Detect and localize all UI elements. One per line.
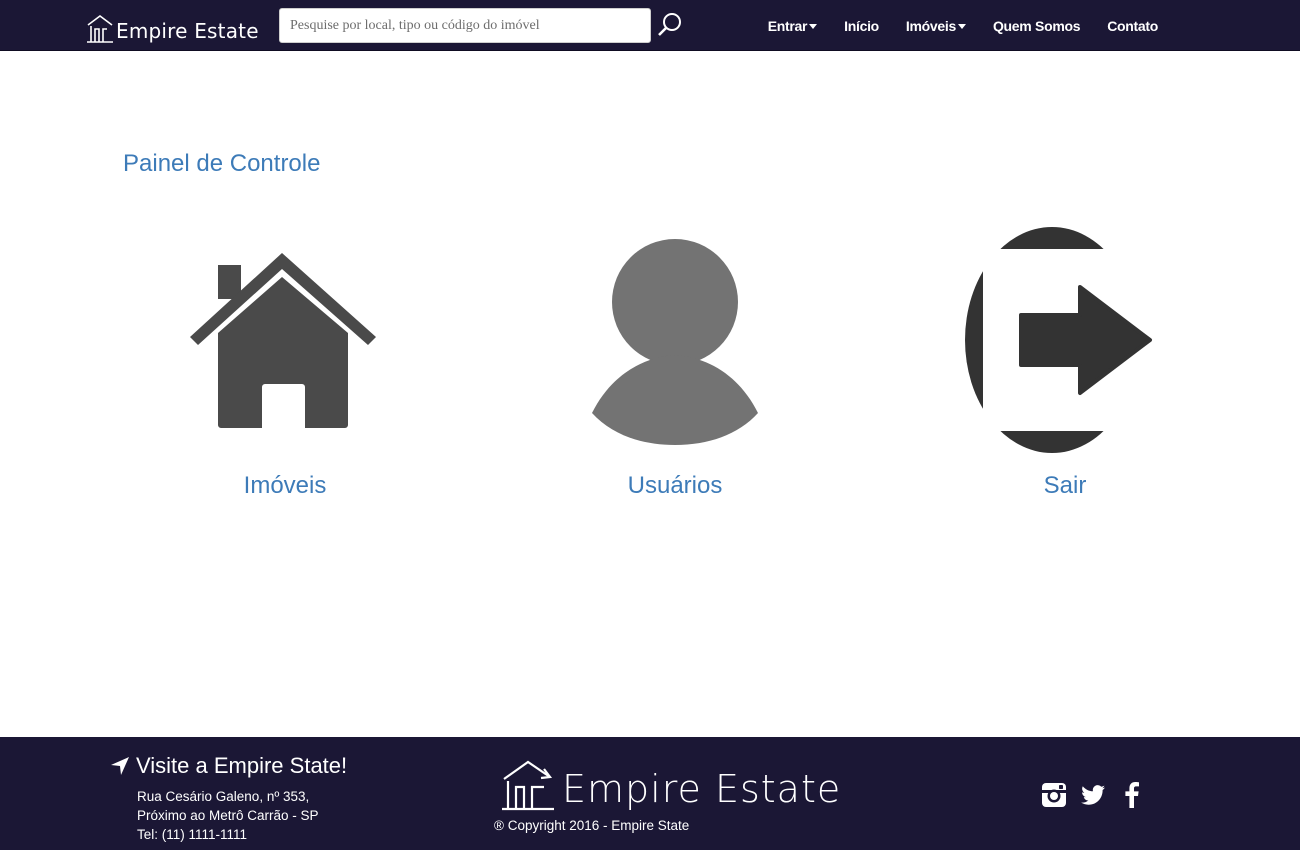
instagram-link[interactable] [1040,781,1068,809]
footer: Visite a Empire State! Rua Cesário Galen… [0,737,1300,850]
caret-down-icon [809,23,818,29]
nav-inicio-link[interactable]: Início [844,18,879,34]
instagram-icon [1042,783,1066,807]
nav-contato-label: Contato [1107,17,1158,34]
search-button[interactable] [656,11,684,39]
tile-sair-icon-wrap [935,225,1195,455]
house-logo-icon [502,760,554,811]
footer-brand-name: Empire Estate [562,767,842,811]
magnifier-icon [658,13,681,36]
nav-imoveis-label: Imóveis [905,17,956,34]
brand-name: Empire Estate [116,19,259,43]
visit-heading: Visite a Empire State! [110,753,347,779]
tile-usuarios[interactable]: Usuários [545,225,805,500]
copyright: ® Copyright 2016 - Empire State [494,818,690,833]
twitter-link[interactable] [1079,781,1107,809]
top-navbar: Empire Estate Entrar Início Imóveis Quem… [0,0,1300,51]
nav-entrar-dropdown[interactable]: Entrar [767,17,818,34]
tile-usuarios-icon-wrap [545,225,805,455]
nav-imoveis-dropdown[interactable]: Imóveis [906,18,966,34]
tile-sair-label: Sair [1043,472,1087,499]
address-block: Rua Cesário Galeno, nº 353, Próximo ao M… [137,787,319,844]
page-title: Painel de Controle [123,150,321,177]
address-line-2: Próximo ao Metrô Carrão - SP [137,808,319,823]
home-icon [190,253,376,428]
tile-imoveis-label: Imóveis [243,472,327,499]
search-input[interactable] [280,9,650,42]
sign-out-icon [965,227,1152,453]
phone: Tel: (11) 1111-1111 [137,827,248,842]
nav-links: Entrar Início Imóveis Quem Somos Contato [741,0,1159,51]
tile-imoveis[interactable]: Imóveis [155,225,415,500]
tile-sair[interactable]: Sair [935,225,1195,500]
house-logo-icon [87,15,113,43]
nav-inicio-label: Início [844,17,879,34]
tile-usuarios-label: Usuários [627,472,723,499]
visit-title: Visite a Empire State! [136,753,348,778]
social-links [1040,781,1157,809]
facebook-link[interactable] [1118,781,1146,809]
address-line-1: Rua Cesário Galeno, nº 353, [137,789,310,804]
location-arrow-icon [111,757,129,775]
search-box [279,8,651,43]
nav-entrar-label: Entrar [767,17,808,34]
footer-brand-logo[interactable]: Empire Estate [500,759,841,811]
user-icon [592,239,758,445]
tile-imoveis-icon-wrap [155,225,415,455]
nav-quem-somos-label: Quem Somos [992,17,1081,34]
caret-down-icon [957,23,966,29]
brand-logo[interactable]: Empire Estate [86,11,259,43]
nav-quem-somos-link[interactable]: Quem Somos [992,17,1081,34]
nav-contato-link[interactable]: Contato [1107,18,1158,34]
facebook-icon [1125,782,1139,808]
twitter-icon [1081,785,1105,805]
